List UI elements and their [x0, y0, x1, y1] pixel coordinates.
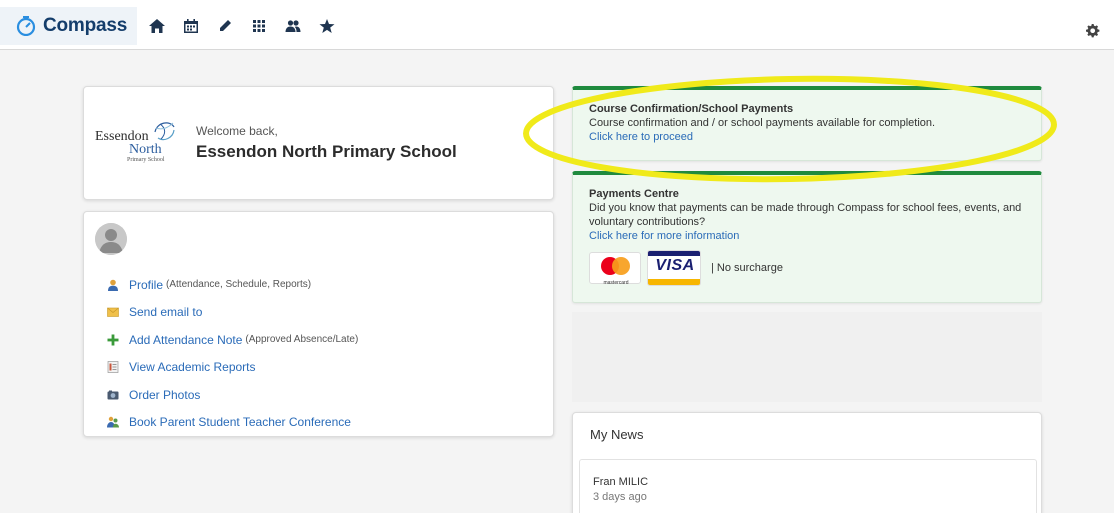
payments-centre-notice: Payments Centre Did you know that paymen… [572, 171, 1042, 303]
compass-logo-icon [16, 16, 36, 36]
send-email-link[interactable]: Send email to [129, 305, 202, 319]
plus-icon [107, 334, 119, 346]
settings-button[interactable] [1086, 24, 1102, 40]
nav-favourites[interactable] [310, 15, 344, 37]
list-item: Order Photos [107, 381, 358, 409]
news-time: 3 days ago [593, 491, 647, 503]
top-navigation-bar: Compass [0, 0, 1114, 50]
nav-apps[interactable] [242, 15, 276, 37]
profile-note: (Attendance, Schedule, Reports) [166, 279, 312, 291]
calendar-icon [184, 19, 198, 33]
more-information-link[interactable]: Click here for more information [589, 230, 739, 242]
people-icon [285, 20, 301, 32]
conference-icon [107, 417, 119, 428]
camera-icon [107, 390, 119, 400]
school-emblem-icon [154, 122, 175, 141]
main-nav [140, 15, 344, 37]
list-item: Book Parent Student Teacher Conference [107, 409, 358, 437]
payment-methods: mastercard VISA | No surcharge [589, 250, 1025, 286]
visa-label: VISA [655, 257, 695, 274]
star-icon [319, 19, 335, 33]
news-author: Fran MILIC [593, 476, 649, 488]
my-news-card: My News Fran MILIC 3 days ago [572, 412, 1042, 513]
visa-logo: VISA [647, 250, 701, 286]
person-icon [108, 279, 118, 291]
course-notice-text: Course confirmation and / or school paym… [589, 117, 936, 129]
news-title: My News [590, 427, 644, 442]
avatar-placeholder-icon [95, 223, 127, 255]
list-item: Send email to [107, 299, 358, 327]
gear-icon [1086, 24, 1100, 38]
news-item[interactable]: Fran MILIC 3 days ago [579, 459, 1037, 513]
course-notice-title: Course Confirmation/School Payments [589, 103, 794, 115]
payments-notice-title: Payments Centre [589, 188, 679, 200]
payments-notice-text: Did you know that payments can be made t… [589, 202, 1022, 228]
welcome-text: Welcome back, [196, 124, 278, 138]
nav-edit[interactable] [208, 15, 242, 37]
compass-brand[interactable]: Compass [0, 7, 138, 45]
proceed-link[interactable]: Click here to proceed [589, 131, 693, 143]
list-item: View Academic Reports [107, 354, 358, 382]
student-card: Profile (Attendance, Schedule, Reports) … [83, 211, 554, 437]
no-surcharge-text: | No surcharge [711, 262, 783, 274]
list-item: Add Attendance Note (Approved Absence/La… [107, 326, 358, 354]
mastercard-logo: mastercard [589, 252, 641, 286]
report-icon [107, 361, 119, 374]
course-confirmation-notice: Course Confirmation/School Payments Cour… [572, 86, 1042, 161]
school-name: Essendon North Primary School [196, 142, 457, 161]
pencil-icon [220, 20, 231, 31]
empty-panel [572, 312, 1042, 402]
school-welcome-card: Essendon North Primary School Welcome ba… [83, 86, 554, 200]
brand-name: Compass [43, 15, 128, 36]
list-item: Profile (Attendance, Schedule, Reports) [107, 271, 358, 299]
order-photos-link[interactable]: Order Photos [129, 388, 200, 402]
logo-text-north: North [129, 142, 162, 157]
profile-link[interactable]: Profile [129, 278, 163, 292]
add-attendance-note-link[interactable]: Add Attendance Note [129, 333, 242, 347]
student-links: Profile (Attendance, Schedule, Reports) … [107, 271, 358, 436]
attendance-note-hint: (Approved Absence/Late) [245, 334, 359, 346]
avatar[interactable] [95, 223, 127, 255]
mastercard-label: mastercard [603, 280, 629, 286]
envelope-icon [107, 307, 119, 318]
logo-text-sub: Primary School [127, 157, 165, 163]
nav-home[interactable] [140, 15, 174, 37]
nav-people[interactable] [276, 15, 310, 37]
school-logo: Essendon North Primary School [95, 118, 175, 168]
book-conference-link[interactable]: Book Parent Student Teacher Conference [129, 415, 351, 429]
view-academic-reports-link[interactable]: View Academic Reports [129, 360, 256, 374]
nav-calendar[interactable] [174, 15, 208, 37]
grid-icon [253, 20, 265, 32]
home-icon [149, 19, 165, 33]
